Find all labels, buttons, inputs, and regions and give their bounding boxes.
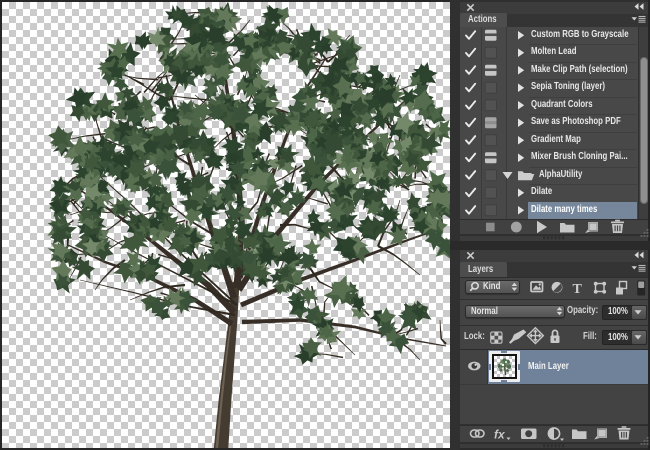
svg-text:fx: fx <box>494 428 506 442</box>
svg-text:T: T <box>573 282 583 297</box>
